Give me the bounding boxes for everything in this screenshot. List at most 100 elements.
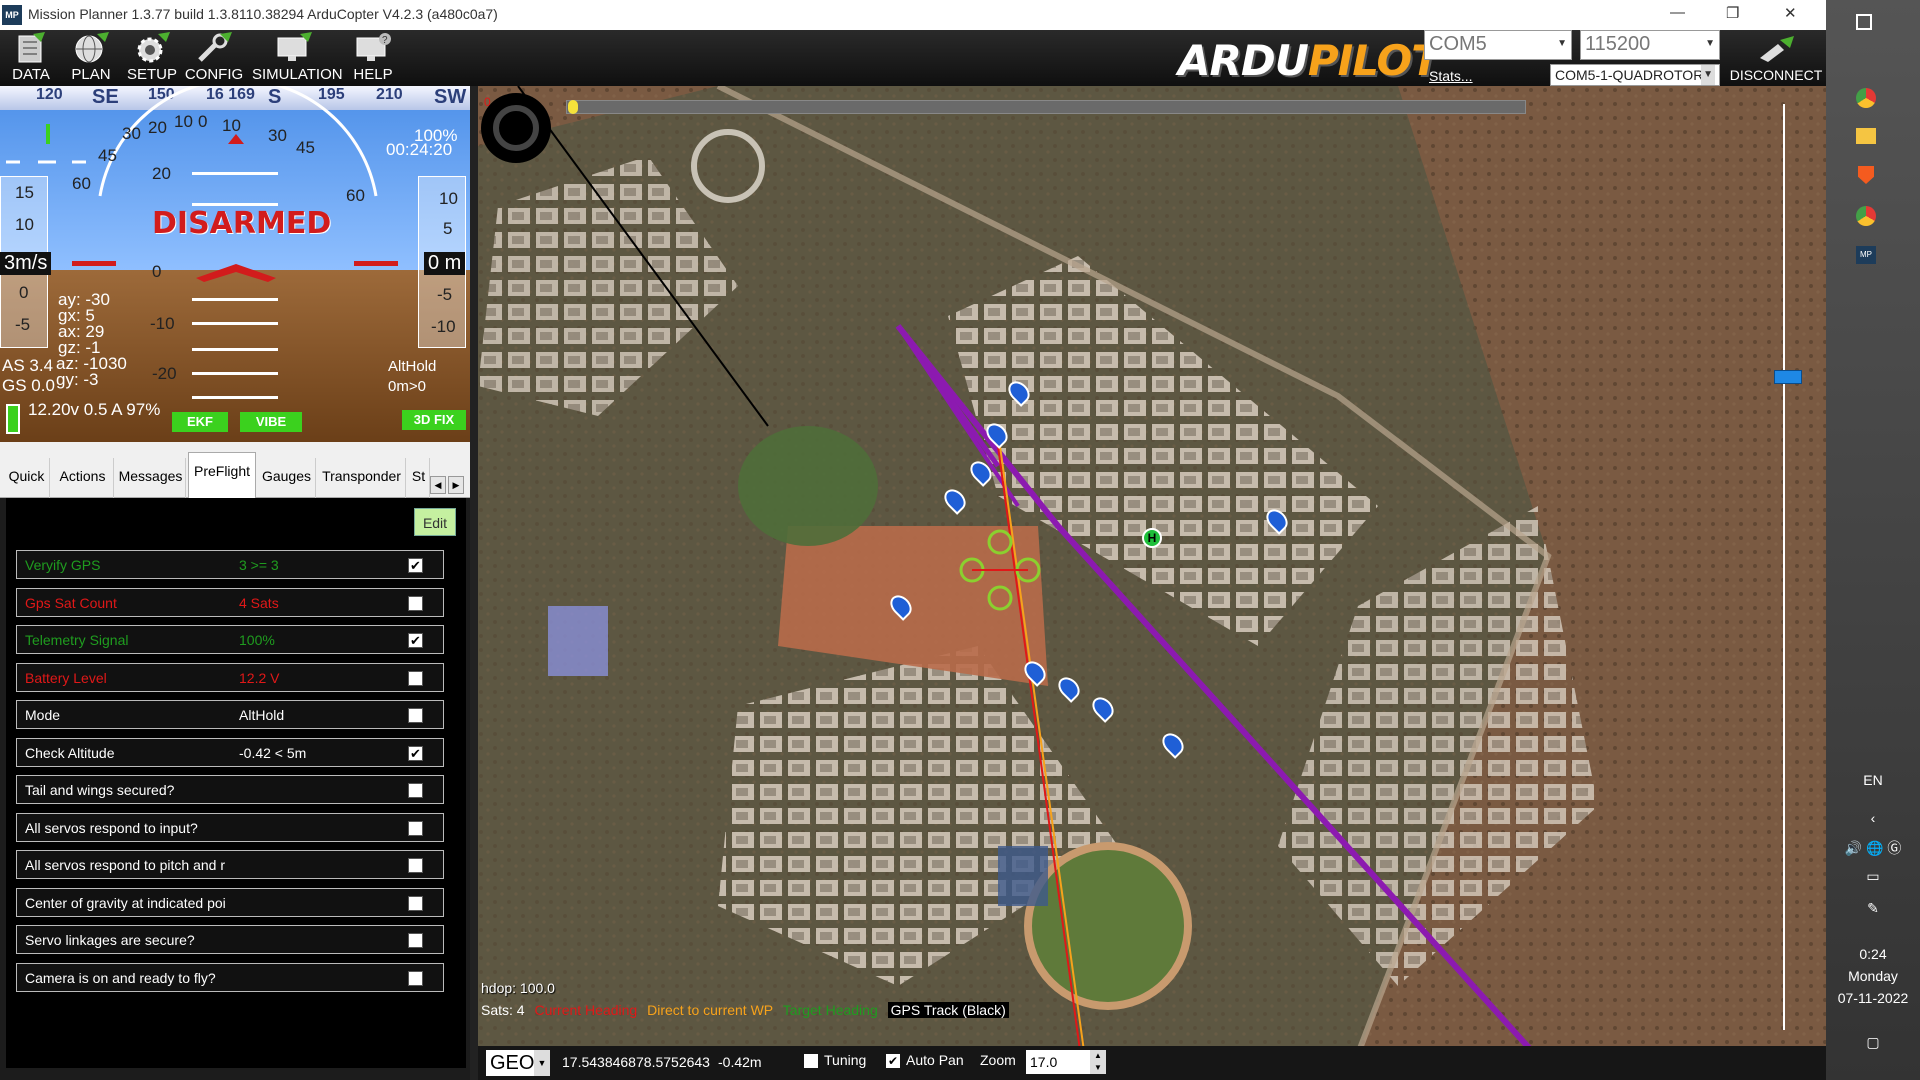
window-title: Mission Planner 1.3.77 build 1.3.8110.38… bbox=[28, 6, 498, 22]
edit-checklist-button[interactable]: Edit bbox=[414, 508, 456, 536]
tab-scroll-right-button[interactable]: ▶ bbox=[448, 476, 464, 494]
checklist-checkbox[interactable] bbox=[408, 783, 423, 798]
tab-actions[interactable]: Actions bbox=[52, 458, 114, 498]
altitude-readout: 0 m bbox=[424, 252, 466, 275]
legend-target-heading: Target Heading bbox=[782, 1002, 878, 1018]
system-tray-icons[interactable]: 🔊 🌐 Ⓖ bbox=[1826, 838, 1920, 858]
data-icon bbox=[18, 32, 45, 63]
hud-panel[interactable]: 120 SE 150 16 169 S 195 210 SW 20 0 -10 … bbox=[0, 86, 472, 442]
checklist-row: Gps Sat Count 4 Sats bbox=[16, 587, 444, 617]
vehicle-select[interactable]: COM5-1-QUADROTOR ▼ bbox=[1550, 64, 1720, 86]
altitude-slider-thumb[interactable] bbox=[1774, 370, 1802, 384]
language-indicator[interactable]: EN bbox=[1826, 772, 1920, 788]
checklist-checkbox[interactable] bbox=[408, 595, 423, 611]
tab-scroll-left-button[interactable]: ◀ bbox=[430, 476, 446, 494]
tab-status[interactable]: St bbox=[408, 458, 430, 498]
stats-link[interactable]: Stats... bbox=[1429, 68, 1473, 84]
data-tabs: Quick Actions Messages PreFlight Gauges … bbox=[0, 442, 472, 498]
zoom-label: Zoom bbox=[980, 1052, 1016, 1068]
chrome-icon[interactable] bbox=[1856, 88, 1876, 108]
distance-to-wp: 0m>0 bbox=[388, 378, 426, 395]
checklist-row: All servos respond to input? bbox=[16, 812, 444, 842]
checklist-value: 3 >= 3 bbox=[239, 557, 279, 573]
checklist-label: Gps Sat Count bbox=[25, 594, 117, 611]
checklist-checkbox[interactable] bbox=[408, 895, 423, 911]
ekf-button[interactable]: EKF bbox=[172, 412, 228, 432]
roll-label: 30 bbox=[268, 126, 287, 145]
zoom-spinner-icon[interactable]: ▲ ▼ bbox=[1090, 1050, 1106, 1074]
file-explorer-icon[interactable] bbox=[1856, 128, 1876, 144]
checklist-checkbox[interactable]: ✔ bbox=[408, 633, 423, 648]
menu-config-label: CONFIG bbox=[184, 66, 244, 83]
menu-help-button[interactable]: ? HELP bbox=[342, 32, 404, 83]
playback-slider[interactable] bbox=[566, 100, 1526, 114]
menu-data-label: DATA bbox=[12, 66, 50, 83]
minimize-button[interactable]: — bbox=[1670, 4, 1685, 21]
windows-start-icon[interactable] bbox=[1856, 14, 1872, 30]
roll-label: 45 bbox=[98, 146, 117, 165]
mission-planner-taskbar-icon[interactable]: MP bbox=[1856, 246, 1876, 264]
pitch-line bbox=[192, 322, 278, 325]
checklist-checkbox[interactable] bbox=[408, 970, 423, 986]
playback-thumb[interactable] bbox=[568, 100, 578, 114]
tab-gauges[interactable]: Gauges bbox=[258, 458, 316, 498]
checklist-checkbox[interactable] bbox=[408, 933, 423, 948]
maximize-button[interactable]: ❐ bbox=[1726, 4, 1739, 22]
tab-quick[interactable]: Quick bbox=[4, 458, 50, 498]
zoom-input[interactable]: 17.0 ▲ ▼ bbox=[1026, 1050, 1106, 1074]
clock-time[interactable]: 0:24 bbox=[1826, 946, 1920, 962]
menu-data-button[interactable]: DATA bbox=[0, 32, 62, 83]
roll-label: 45 bbox=[296, 138, 315, 157]
checklist-checkbox[interactable] bbox=[408, 708, 423, 723]
vibe-button[interactable]: VIBE bbox=[240, 412, 302, 432]
menu-setup-button[interactable]: SETUP bbox=[121, 32, 183, 83]
checklist-checkbox[interactable] bbox=[408, 858, 423, 873]
menu-simulation-button[interactable]: SIMULATION bbox=[252, 32, 343, 83]
chrome-profile-icon[interactable] bbox=[1856, 206, 1876, 226]
svg-text:?: ? bbox=[382, 35, 388, 46]
title-bar: MP Mission Planner 1.3.77 build 1.3.8110… bbox=[0, 0, 1826, 30]
notification-icon[interactable]: ▢ bbox=[1826, 1034, 1920, 1051]
pitch-line bbox=[192, 396, 278, 399]
baud-rate-select[interactable]: 115200 ▼ bbox=[1580, 30, 1720, 60]
flight-timer: 00:24:20 bbox=[386, 140, 453, 159]
brave-icon[interactable] bbox=[1858, 166, 1874, 184]
legend-direct-wp: Direct to current WP bbox=[647, 1002, 774, 1018]
altitude-slider[interactable] bbox=[1778, 104, 1790, 1030]
tab-transponder[interactable]: Transponder bbox=[318, 458, 406, 498]
home-marker[interactable]: H bbox=[1142, 528, 1162, 548]
menu-setup-label: SETUP bbox=[126, 66, 177, 83]
checklist-label: Telemetry Signal bbox=[25, 632, 129, 648]
help-monitor-icon: ? bbox=[356, 33, 391, 61]
battery-tray-icon[interactable]: ▭ bbox=[1826, 868, 1920, 885]
roll-label: 0 bbox=[198, 112, 208, 131]
checklist-label: Servo linkages are secure? bbox=[25, 932, 195, 948]
chevron-left-icon[interactable]: ‹ bbox=[1826, 810, 1920, 826]
simulation-monitor-icon bbox=[277, 32, 312, 61]
checklist-value: 4 Sats bbox=[239, 594, 279, 611]
setup-gear-icon bbox=[137, 32, 170, 63]
svg-text:0: 0 bbox=[484, 95, 491, 109]
checklist-label: Center of gravity at indicated poi bbox=[25, 894, 226, 911]
checklist-row: Tail and wings secured? bbox=[16, 775, 444, 804]
app-logo-icon: MP bbox=[2, 5, 22, 25]
checklist-checkbox[interactable]: ✔ bbox=[408, 745, 423, 761]
checklist-checkbox[interactable]: ✔ bbox=[408, 558, 423, 573]
close-button[interactable]: ✕ bbox=[1784, 4, 1797, 22]
airspeed: AS 3.4 bbox=[2, 356, 54, 375]
menu-plan-button[interactable]: PLAN bbox=[60, 32, 122, 83]
coordinate-mode-select[interactable]: GEO ▼ bbox=[486, 1050, 550, 1076]
panel-splitter[interactable] bbox=[470, 86, 478, 1080]
tab-preflight[interactable]: PreFlight bbox=[188, 452, 256, 498]
pitch-line bbox=[192, 348, 278, 351]
checklist-checkbox[interactable] bbox=[408, 670, 423, 686]
tuning-checkbox[interactable] bbox=[804, 1054, 818, 1068]
checklist-checkbox[interactable] bbox=[408, 820, 423, 836]
autopan-checkbox[interactable]: ✔ bbox=[886, 1054, 900, 1068]
disconnect-button[interactable]: DISCONNECT bbox=[1728, 34, 1824, 84]
pen-icon[interactable]: ✎ bbox=[1826, 900, 1920, 917]
menu-config-button[interactable]: CONFIG bbox=[183, 32, 245, 83]
tab-messages[interactable]: Messages bbox=[116, 458, 186, 498]
map-view[interactable]: 0 bbox=[478, 86, 1826, 1080]
com-port-select[interactable]: COM5 ▼ bbox=[1424, 30, 1572, 60]
